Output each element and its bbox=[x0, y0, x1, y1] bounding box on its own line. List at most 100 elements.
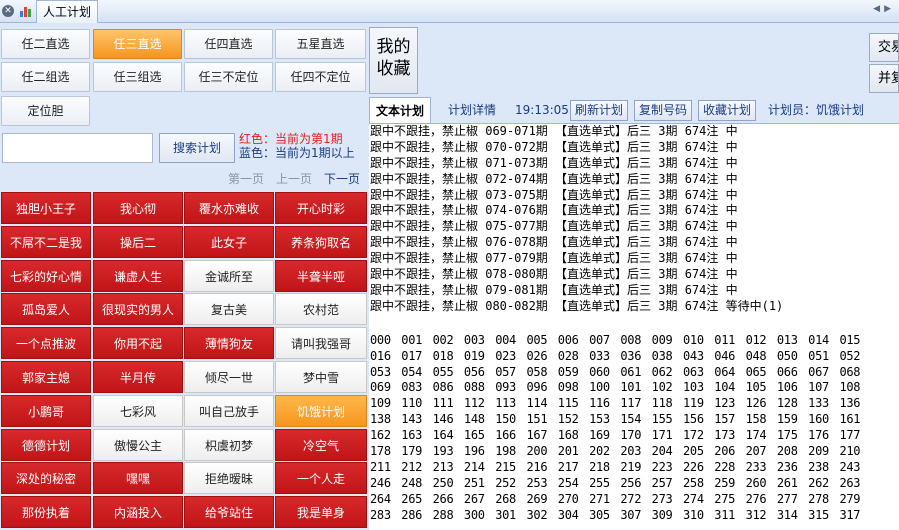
number-item: 000 bbox=[370, 332, 391, 347]
number-item: 065 bbox=[745, 364, 767, 379]
tab-plan-detail[interactable]: 计划详情 bbox=[448, 97, 496, 123]
number-item: 260 bbox=[745, 475, 767, 490]
planner-item[interactable]: 很现实的男人 bbox=[93, 293, 183, 326]
number-item: 233 bbox=[745, 459, 767, 474]
trade-button[interactable]: 交易 bbox=[869, 33, 899, 62]
favorites-button[interactable]: 我的收藏 bbox=[369, 27, 418, 94]
planner-item[interactable]: 枳虞初梦 bbox=[184, 428, 274, 461]
mode-button[interactable]: 任三不定位 bbox=[184, 62, 273, 92]
planner-item[interactable]: 开心时彩 bbox=[275, 192, 367, 224]
planner-item[interactable]: 冷空气 bbox=[275, 428, 367, 461]
planner-item[interactable]: 养条狗取名 bbox=[275, 225, 367, 258]
mode-button[interactable]: 定位胆 bbox=[1, 96, 90, 126]
pager-next[interactable]: 下一页 bbox=[324, 170, 360, 187]
number-item: 115 bbox=[557, 396, 579, 411]
planner-item[interactable]: 独胆小王子 bbox=[1, 192, 91, 224]
number-item: 028 bbox=[557, 348, 579, 363]
number-item: 275 bbox=[714, 491, 736, 506]
number-item: 216 bbox=[526, 459, 548, 474]
number-item: 258 bbox=[682, 475, 704, 490]
number-item: 103 bbox=[682, 380, 704, 395]
number-item: 310 bbox=[682, 507, 704, 522]
number-item: 060 bbox=[589, 364, 610, 379]
planner-item[interactable]: 不屌不二是我 bbox=[1, 225, 91, 258]
number-item: 100 bbox=[589, 380, 610, 395]
number-item: 243 bbox=[839, 459, 861, 474]
planner-item[interactable]: 那份执着 bbox=[1, 496, 91, 529]
number-item: 174 bbox=[745, 428, 767, 443]
pager-first[interactable]: 第一页 bbox=[228, 170, 264, 187]
planner-item[interactable]: 七彩的好心情 bbox=[1, 259, 91, 292]
search-button[interactable]: 搜索计划 bbox=[159, 133, 235, 163]
planner-item[interactable]: 操后二 bbox=[93, 225, 183, 258]
number-item: 036 bbox=[620, 348, 642, 363]
planner-item[interactable]: 金诚所至 bbox=[184, 259, 274, 292]
plan-line: 跟中不跟挂，禁止椒 072-074期 【直选单式】后三 3期 674注 中 bbox=[370, 171, 738, 186]
number-item: 315 bbox=[808, 507, 829, 522]
planner-item[interactable]: 七彩风 bbox=[93, 394, 183, 427]
mode-button[interactable]: 五星直选 bbox=[275, 29, 366, 59]
planner-item[interactable]: 你用不起 bbox=[93, 327, 183, 360]
planner-item[interactable]: 小鹏哥 bbox=[1, 394, 91, 427]
planner-item[interactable]: 内涵投入 bbox=[93, 496, 183, 529]
number-item: 175 bbox=[776, 428, 798, 443]
number-item: 009 bbox=[651, 332, 673, 347]
collect-plan-button[interactable]: 收藏计划 bbox=[698, 100, 757, 121]
planner-item[interactable]: 梦中雪 bbox=[275, 361, 367, 393]
tab-title[interactable]: 人工计划 bbox=[36, 0, 99, 23]
number-item: 148 bbox=[463, 412, 485, 427]
planner-item[interactable]: 拒绝暧昧 bbox=[184, 462, 274, 495]
number-item: 001 bbox=[401, 332, 423, 347]
copy-numbers-button[interactable]: 复制号码 bbox=[634, 100, 693, 121]
mode-button[interactable]: 任四直选 bbox=[184, 29, 273, 59]
tab-text-plan[interactable]: 文本计划 bbox=[369, 97, 432, 123]
number-item: 048 bbox=[745, 348, 767, 363]
number-item: 166 bbox=[495, 428, 516, 443]
planner-item[interactable]: 复古美 bbox=[184, 293, 274, 326]
pager-prev[interactable]: 上一页 bbox=[276, 170, 312, 187]
planner-item[interactable]: 德德计划 bbox=[1, 428, 91, 461]
close-icon[interactable]: ✕ bbox=[2, 5, 14, 17]
number-item: 011 bbox=[714, 332, 736, 347]
mode-button[interactable]: 任三组选 bbox=[93, 62, 182, 92]
number-item: 016 bbox=[370, 348, 391, 363]
planner-item[interactable]: 薄情狗友 bbox=[184, 327, 274, 360]
planner-item[interactable]: 深处的秘密 bbox=[1, 462, 91, 495]
planner-item[interactable]: 一个人走 bbox=[275, 462, 367, 495]
planner-item[interactable]: 我是单身 bbox=[275, 496, 367, 529]
planner-item[interactable]: 饥饿计划 bbox=[275, 394, 367, 427]
planner-item[interactable]: 孤岛爱人 bbox=[1, 293, 91, 326]
number-item: 106 bbox=[776, 380, 798, 395]
planner-item[interactable]: 谦虚人生 bbox=[93, 259, 183, 292]
mode-button[interactable]: 任三直选 bbox=[93, 29, 182, 59]
planner-item[interactable]: 覆水亦难收 bbox=[184, 192, 274, 224]
number-item: 005 bbox=[526, 332, 548, 347]
planner-item[interactable]: 一个点推波 bbox=[1, 327, 91, 360]
planner-item[interactable]: 此女子 bbox=[184, 225, 274, 258]
planner-item[interactable]: 郭家主媳 bbox=[1, 361, 91, 393]
refresh-plan-button[interactable]: 刷新计划 bbox=[570, 100, 629, 121]
number-item: 014 bbox=[808, 332, 829, 347]
number-item: 309 bbox=[651, 507, 673, 522]
planner-item[interactable]: 请叫我强哥 bbox=[275, 327, 367, 360]
clock-time: 19:13:05 bbox=[515, 103, 569, 117]
search-input[interactable] bbox=[2, 133, 153, 163]
planner-item[interactable]: 嘿嘿 bbox=[93, 462, 183, 495]
merge-button[interactable]: 并复 bbox=[869, 64, 899, 93]
mode-button[interactable]: 任二直选 bbox=[1, 29, 90, 59]
planner-item[interactable]: 叫自己放手 bbox=[184, 394, 274, 427]
planner-item[interactable]: 半聋半哑 bbox=[275, 259, 367, 292]
plan-text-area[interactable]: 跟中不跟挂，禁止椒 069-071期 【直选单式】后三 3期 674注 中跟中不… bbox=[369, 123, 899, 530]
number-item: 205 bbox=[682, 444, 704, 459]
planner-item[interactable]: 我心彻 bbox=[93, 192, 183, 224]
planner-item[interactable]: 倾尽一世 bbox=[184, 361, 274, 393]
planner-item[interactable]: 半月传 bbox=[93, 361, 183, 393]
planner-item[interactable]: 给爷站住 bbox=[184, 496, 274, 529]
planner-item[interactable]: 傲慢公主 bbox=[93, 428, 183, 461]
tab-scroll-arrows-icon[interactable]: ◀▶ bbox=[873, 4, 895, 14]
number-item: 202 bbox=[589, 444, 610, 459]
mode-button[interactable]: 任四不定位 bbox=[275, 62, 366, 92]
mode-button[interactable]: 任二组选 bbox=[1, 62, 90, 92]
number-item: 207 bbox=[745, 444, 767, 459]
planner-item[interactable]: 农村范 bbox=[275, 293, 367, 326]
